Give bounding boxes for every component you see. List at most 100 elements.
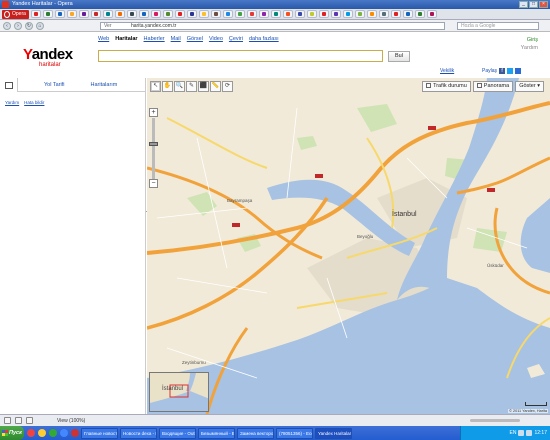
vekil-link[interactable]: Vekilik bbox=[440, 68, 454, 74]
tab-my-maps[interactable]: Haritalarım bbox=[91, 82, 118, 88]
turbo-icon[interactable] bbox=[26, 417, 33, 424]
browser-tab[interactable] bbox=[150, 10, 161, 18]
quicklaunch-opera-icon[interactable] bbox=[27, 429, 35, 437]
browser-tab[interactable] bbox=[138, 10, 149, 18]
mail-icon[interactable] bbox=[515, 68, 522, 74]
left-help-link[interactable]: Yardım bbox=[5, 100, 19, 105]
service-nav-item[interactable]: Çeviri bbox=[229, 36, 243, 42]
browser-tab[interactable] bbox=[222, 10, 233, 18]
report-error-link[interactable]: Hata bildir bbox=[24, 100, 44, 105]
taskbar-window-button[interactable]: Замена векторов bbox=[237, 427, 274, 439]
map-tool-button[interactable]: ✎ bbox=[186, 81, 197, 92]
quicklaunch-ie-icon[interactable] bbox=[60, 429, 68, 437]
service-nav-item[interactable]: Görsel bbox=[187, 36, 203, 42]
browser-tab[interactable] bbox=[54, 10, 65, 18]
map-tool-button[interactable]: 🔍 bbox=[174, 81, 185, 92]
browser-tab[interactable] bbox=[102, 10, 113, 18]
twitter-icon[interactable] bbox=[507, 68, 514, 74]
forward-button[interactable]: › bbox=[14, 21, 22, 30]
browser-tab[interactable] bbox=[30, 10, 41, 18]
maximize-button[interactable]: □ bbox=[529, 1, 538, 8]
zoom-slider-handle[interactable] bbox=[149, 142, 158, 146]
browser-tab[interactable] bbox=[378, 10, 389, 18]
browser-tab[interactable] bbox=[258, 10, 269, 18]
yandex-logo[interactable]: Yandex bbox=[23, 46, 73, 63]
close-button[interactable]: × bbox=[539, 1, 548, 8]
service-nav-item[interactable]: Haritalar bbox=[115, 36, 137, 42]
map-tool-button[interactable]: ↖ bbox=[150, 81, 161, 92]
taskbar-window-button[interactable]: Входящие - Outloo bbox=[159, 427, 196, 439]
minimize-button[interactable]: _ bbox=[519, 1, 528, 8]
browser-tab[interactable] bbox=[354, 10, 365, 18]
facebook-icon[interactable]: f bbox=[499, 68, 506, 74]
quicklaunch-media-icon[interactable] bbox=[71, 429, 79, 437]
map-view[interactable]: ↖ ✋ 🔍 ✎ ⬛ 📏 ⟳ Trafik durumu Panorama Göster ▾ … bbox=[147, 78, 550, 414]
taskbar-window-button[interactable]: Главные новости bbox=[81, 427, 118, 439]
taskbar-window-button[interactable]: Безымянный - Б.е. bbox=[198, 427, 235, 439]
browser-tab[interactable] bbox=[174, 10, 185, 18]
map-tool-button[interactable]: ✋ bbox=[162, 81, 173, 92]
taskbar-window-button[interactable]: Новости dexa - Mi bbox=[120, 427, 157, 439]
network-icon[interactable] bbox=[526, 430, 533, 436]
browser-tab[interactable] bbox=[390, 10, 401, 18]
browser-tab[interactable] bbox=[114, 10, 125, 18]
service-nav-item[interactable]: Mail bbox=[171, 36, 181, 42]
reload-button[interactable]: ↻ bbox=[25, 21, 33, 30]
overview-minimap[interactable]: İstanbul bbox=[149, 372, 209, 412]
browser-tab[interactable] bbox=[414, 10, 425, 18]
browser-tab[interactable] bbox=[342, 10, 353, 18]
browser-tab[interactable] bbox=[270, 10, 281, 18]
map-tool-button[interactable]: ⬛ bbox=[198, 81, 209, 92]
browser-tab[interactable] bbox=[330, 10, 341, 18]
home-button[interactable]: ⌂ bbox=[36, 21, 44, 30]
zoom-out-button[interactable]: − bbox=[149, 179, 158, 188]
volume-icon[interactable] bbox=[518, 430, 525, 436]
service-nav-item[interactable]: Video bbox=[209, 36, 223, 42]
taskbar-window-button[interactable]: (78051356) - Eco bbox=[276, 427, 313, 439]
browser-tab[interactable] bbox=[126, 10, 137, 18]
language-indicator[interactable]: EN bbox=[510, 430, 517, 436]
tab-route[interactable]: Yol Tarifi bbox=[44, 82, 65, 88]
help-link[interactable]: Yardım bbox=[521, 44, 538, 52]
zoom-slider[interactable] bbox=[470, 419, 520, 422]
zoom-in-button[interactable]: + bbox=[149, 108, 158, 117]
find-button[interactable]: Bul bbox=[388, 51, 410, 62]
service-nav-item[interactable]: Haberler bbox=[144, 36, 165, 42]
service-nav-item[interactable]: daha fazlası bbox=[249, 36, 279, 42]
browser-tab[interactable] bbox=[366, 10, 377, 18]
browser-tab[interactable] bbox=[198, 10, 209, 18]
start-button[interactable]: Пуск bbox=[0, 426, 24, 440]
browser-search-field[interactable]: Hozla a Google bbox=[457, 22, 539, 30]
service-nav-item[interactable]: Web bbox=[98, 36, 109, 42]
panorama-button[interactable]: Panorama bbox=[472, 81, 514, 92]
browser-tab[interactable] bbox=[66, 10, 77, 18]
browser-tab[interactable] bbox=[294, 10, 305, 18]
speed-dial-icon[interactable] bbox=[15, 417, 22, 424]
browser-tab[interactable] bbox=[90, 10, 101, 18]
browser-tab[interactable] bbox=[318, 10, 329, 18]
browser-tab[interactable] bbox=[426, 10, 437, 18]
browser-tab[interactable] bbox=[234, 10, 245, 18]
browser-tab[interactable] bbox=[402, 10, 413, 18]
browser-tab[interactable] bbox=[210, 10, 221, 18]
traffic-button[interactable]: Trafik durumu bbox=[422, 81, 471, 92]
browser-tab[interactable] bbox=[282, 10, 293, 18]
browser-tab[interactable] bbox=[306, 10, 317, 18]
taskbar-window-button[interactable]: Yandex Haritalar bbox=[315, 427, 352, 439]
back-button[interactable]: ‹ bbox=[3, 21, 11, 30]
browser-tab[interactable] bbox=[186, 10, 197, 18]
browser-tab[interactable] bbox=[162, 10, 173, 18]
map-tool-button[interactable]: ⟳ bbox=[222, 81, 233, 92]
panels-icon[interactable] bbox=[4, 417, 11, 424]
map-tool-button[interactable]: 📏 bbox=[210, 81, 221, 92]
url-field[interactable]: Ver harita.yandex.com.tr bbox=[100, 22, 445, 30]
browser-tab[interactable] bbox=[78, 10, 89, 18]
zoom-rail[interactable] bbox=[152, 118, 155, 179]
map-search-input[interactable] bbox=[98, 50, 383, 62]
quicklaunch-folder-icon[interactable] bbox=[38, 429, 46, 437]
quicklaunch-app-icon[interactable] bbox=[49, 429, 57, 437]
browser-tab[interactable] bbox=[246, 10, 257, 18]
home-tab-icon[interactable] bbox=[0, 77, 18, 92]
opera-menu-button[interactable]: Opera bbox=[2, 9, 29, 19]
browser-tab[interactable] bbox=[42, 10, 53, 18]
